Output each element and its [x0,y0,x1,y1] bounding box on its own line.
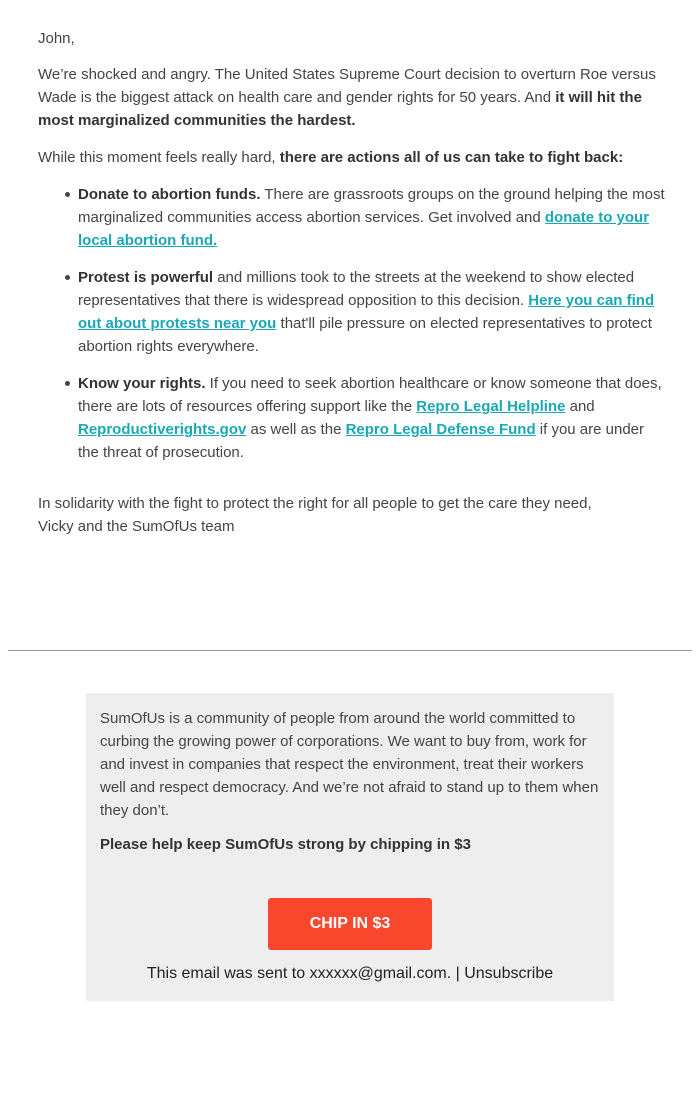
bullet-icon [65,192,70,197]
list-item: Donate to abortion funds. There are gras… [65,183,668,252]
footer-ask: Please help keep SumOfUs strong by chipp… [100,836,471,853]
repro-legal-helpline-link[interactable]: Repro Legal Helpline [416,398,565,415]
greeting: John, [38,30,75,47]
chip-in-button[interactable]: CHIP IN $3 [268,898,432,950]
call-bold: there are actions all of us can take to … [279,149,624,166]
signoff: In solidarity with the fight to protect … [38,492,592,538]
reproductiverights-gov-link[interactable]: Reproductiverights.gov [78,421,246,438]
repro-legal-defense-fund-link[interactable]: Repro Legal Defense Fund [346,421,536,438]
footer-about: SumOfUs is a community of people from ar… [100,710,599,819]
action-list: Donate to abortion funds. There are gras… [38,183,668,478]
list-item: Know your rights. If you need to seek ab… [65,372,668,464]
intro-paragraph: We’re shocked and angry. The United Stat… [38,66,656,129]
signature: Vicky and the SumOfUs team [38,518,235,535]
divider [8,650,692,651]
bullet-icon [65,275,70,280]
footer-box: SumOfUs is a community of people from ar… [86,693,614,1001]
call-paragraph: While this moment feels really hard, the… [38,149,624,166]
list-item: Protest is powerful and millions took to… [65,266,668,358]
sent-to-line: This email was sent to xxxxxx@gmail.com.… [146,965,554,982]
unsubscribe-link[interactable]: Unsubscribe [464,965,553,982]
bullet-icon [65,381,70,386]
